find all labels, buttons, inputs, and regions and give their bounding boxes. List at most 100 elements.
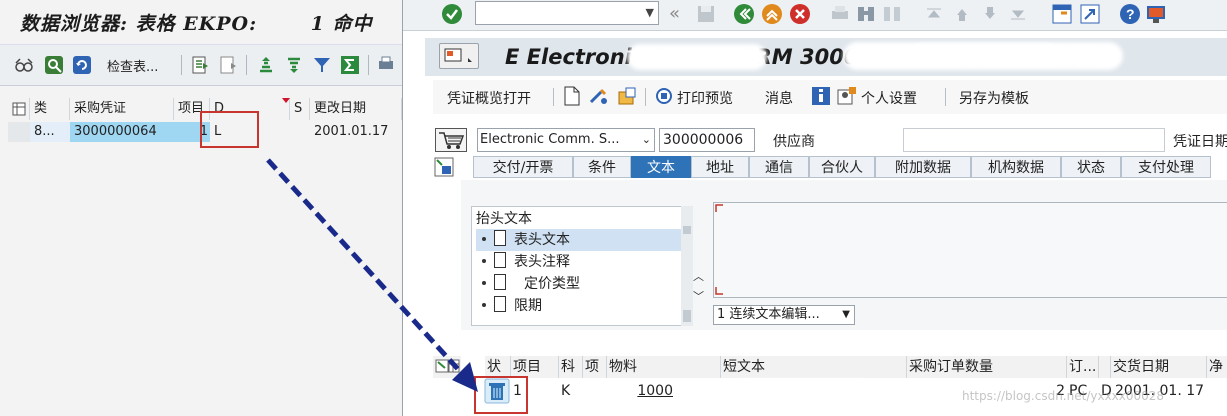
document-number-field[interactable]: 300000006 bbox=[659, 128, 755, 152]
previous-page-icon[interactable] bbox=[951, 3, 973, 25]
print-preview-button[interactable]: 打印预览 bbox=[677, 88, 733, 108]
tab-additional-data[interactable]: 附加数据 bbox=[875, 156, 971, 178]
next-page-icon[interactable] bbox=[979, 3, 1001, 25]
chevron-down-icon[interactable]: ﹀ bbox=[693, 288, 711, 304]
cell-item-category[interactable] bbox=[583, 380, 607, 402]
messages-button[interactable]: 消息 bbox=[765, 88, 793, 108]
info-icon[interactable] bbox=[811, 86, 830, 106]
cancel-icon[interactable] bbox=[789, 3, 811, 25]
save-icon[interactable] bbox=[695, 3, 717, 25]
column-header-net-price[interactable]: 净 bbox=[1207, 356, 1227, 378]
purchase-order-window: ▼ « ? E Electronic Comm. SRM 3000000064 … bbox=[402, 0, 1227, 416]
new-document-icon[interactable] bbox=[563, 86, 581, 106]
last-page-icon[interactable] bbox=[1007, 3, 1029, 25]
document-type-select[interactable]: Electronic Comm. S... ⌄ bbox=[477, 128, 655, 152]
find-icon[interactable] bbox=[855, 3, 877, 25]
column-header-account-category[interactable]: 科 bbox=[559, 356, 583, 378]
document-type-value: Electronic Comm. S... bbox=[480, 132, 620, 147]
text-editor-mode-select[interactable]: 1 连续文本编辑... ▼ bbox=[713, 305, 855, 325]
command-field[interactable]: ▼ bbox=[475, 1, 659, 25]
cell-category[interactable]: 8... bbox=[30, 122, 70, 142]
text-item-pricing-type[interactable]: 定价类型 bbox=[476, 273, 686, 295]
sort-ascending-icon[interactable] bbox=[256, 55, 276, 75]
sum-icon[interactable] bbox=[340, 55, 360, 75]
check-table-button[interactable]: 检查表... bbox=[107, 56, 158, 75]
column-header-change-date[interactable]: 更改日期 bbox=[310, 98, 402, 120]
filter-icon[interactable] bbox=[312, 55, 332, 75]
column-header-order-unit[interactable]: 订... bbox=[1067, 356, 1099, 378]
doc-overview-button[interactable]: 凭证概览打开 bbox=[447, 88, 531, 108]
column-header-item[interactable]: 项目 bbox=[511, 356, 559, 378]
chevron-down-icon[interactable]: ⌄ bbox=[642, 129, 651, 151]
scroll-arrows[interactable]: ︿ ﹀ bbox=[693, 268, 711, 304]
shortcut-icon[interactable] bbox=[1079, 3, 1101, 25]
personal-settings-icon[interactable] bbox=[837, 86, 856, 106]
detail-icon[interactable] bbox=[190, 55, 210, 75]
refresh-icon[interactable] bbox=[72, 55, 92, 75]
display-icon[interactable] bbox=[218, 55, 238, 75]
chevron-down-icon[interactable]: ▼ bbox=[842, 306, 850, 324]
cell-material[interactable]: 1000 bbox=[607, 380, 721, 402]
tab-partners[interactable]: 合伙人 bbox=[809, 156, 875, 178]
print-icon[interactable] bbox=[376, 55, 396, 75]
document-icon bbox=[494, 252, 506, 268]
personal-settings-button[interactable]: 个人设置 bbox=[861, 88, 917, 108]
column-header-item-category[interactable]: 项 bbox=[583, 356, 607, 378]
expand-header-icon[interactable] bbox=[433, 156, 455, 178]
column-header-status[interactable]: S bbox=[290, 98, 310, 120]
save-as-template-button[interactable]: 另存为模板 bbox=[959, 88, 1029, 108]
text-item-header-note[interactable]: 表头注释 bbox=[476, 251, 686, 273]
cell-purchase-doc[interactable]: 3000000064 bbox=[70, 122, 174, 142]
change-display-icon[interactable] bbox=[589, 86, 607, 106]
tab-conditions[interactable]: 条件 bbox=[573, 156, 631, 178]
first-page-icon[interactable] bbox=[923, 3, 945, 25]
tab-communication[interactable]: 通信 bbox=[749, 156, 809, 178]
services-for-object-icon[interactable] bbox=[439, 43, 479, 69]
tab-texts[interactable]: 文本 bbox=[631, 156, 691, 178]
text-item-deadline[interactable]: 限期 bbox=[476, 295, 686, 325]
sort-descending-icon[interactable] bbox=[284, 55, 304, 75]
column-header-delivery-date[interactable]: 交货日期 bbox=[1111, 356, 1207, 378]
text-list-scrollbar[interactable] bbox=[681, 206, 693, 326]
column-header-status[interactable]: 状 bbox=[485, 356, 511, 378]
column-header-po-quantity[interactable]: 采购订单数量 bbox=[907, 356, 1067, 378]
shopping-cart-icon[interactable] bbox=[435, 128, 467, 152]
vendor-field[interactable] bbox=[903, 128, 1165, 152]
row-selector-header[interactable] bbox=[8, 98, 30, 120]
help-icon[interactable]: ? bbox=[1119, 3, 1141, 25]
text-editor-area[interactable] bbox=[713, 202, 1227, 298]
print-preview-icon[interactable] bbox=[655, 86, 673, 106]
data-browser-window: 数据浏览器: 表格 EKPO: 1 命中 检查表... 类 采购凭证 项目 D … bbox=[0, 0, 402, 416]
text-item-header-text[interactable]: 表头文本 bbox=[476, 229, 686, 251]
glasses-icon[interactable] bbox=[14, 55, 34, 75]
tab-delivery-invoice[interactable]: 交付/开票 bbox=[473, 156, 573, 178]
tab-org-data[interactable]: 机构数据 bbox=[971, 156, 1061, 178]
document-date-label: 凭证日期 bbox=[1173, 134, 1227, 150]
cell-account-category[interactable]: K bbox=[559, 380, 583, 402]
layout-menu-icon[interactable] bbox=[1145, 3, 1167, 25]
cell-change-date[interactable]: 2001.01.17 bbox=[310, 122, 402, 142]
row-selector[interactable] bbox=[8, 122, 30, 142]
column-header-category[interactable]: 类 bbox=[30, 98, 70, 120]
window-title-text: 数据浏览器: 表格 EKPO: bbox=[20, 13, 258, 35]
print-icon[interactable] bbox=[829, 3, 851, 25]
chevron-down-icon[interactable]: ▼ bbox=[646, 6, 654, 19]
find-next-icon[interactable] bbox=[881, 3, 903, 25]
grid-selector-header[interactable] bbox=[433, 356, 461, 378]
column-header-short-text[interactable]: 短文本 bbox=[721, 356, 907, 378]
search-icon[interactable] bbox=[44, 55, 64, 75]
other-document-icon[interactable] bbox=[617, 86, 636, 106]
cell-status[interactable] bbox=[290, 122, 310, 142]
tab-address[interactable]: 地址 bbox=[691, 156, 749, 178]
collapse-icon[interactable]: « bbox=[669, 3, 691, 25]
tab-payment[interactable]: 支付处理 bbox=[1121, 156, 1211, 178]
chevron-up-icon[interactable]: ︿ bbox=[693, 268, 711, 284]
column-header-material[interactable]: 物料 bbox=[607, 356, 721, 378]
column-header-date-category[interactable] bbox=[1099, 356, 1111, 378]
new-session-icon[interactable] bbox=[1051, 3, 1073, 25]
enter-check-icon[interactable] bbox=[441, 3, 463, 25]
exit-icon[interactable] bbox=[761, 3, 783, 25]
column-header-purchase-doc[interactable]: 采购凭证 bbox=[70, 98, 174, 120]
back-icon[interactable] bbox=[733, 3, 755, 25]
tab-status[interactable]: 状态 bbox=[1061, 156, 1121, 178]
